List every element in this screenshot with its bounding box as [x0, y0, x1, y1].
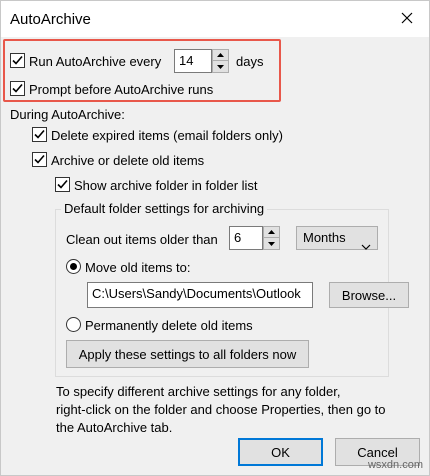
- chevron-down-icon: [361, 235, 371, 257]
- clean-out-up-button[interactable]: [264, 227, 279, 238]
- move-old-items-radio[interactable]: [66, 259, 81, 274]
- default-folder-settings-legend: Default folder settings for archiving: [61, 201, 268, 216]
- during-autoarchive-heading: During AutoArchive:: [10, 107, 125, 122]
- highlight-box: [3, 39, 281, 102]
- autoarchive-dialog: AutoArchive Run AutoArchive every 14 day…: [0, 0, 430, 476]
- help-text-line-3: the AutoArchive tab.: [56, 420, 173, 435]
- apply-to-all-folders-button[interactable]: Apply these settings to all folders now: [66, 340, 309, 368]
- show-archive-folder-checkbox[interactable]: [55, 177, 70, 192]
- close-icon: [401, 12, 413, 27]
- clean-out-value-input[interactable]: 6: [229, 226, 263, 250]
- permanently-delete-label: Permanently delete old items: [85, 318, 253, 333]
- delete-expired-label: Delete expired items (email folders only…: [51, 128, 283, 143]
- help-text-line-1: To specify different archive settings fo…: [56, 384, 341, 399]
- period-selected-value: Months: [303, 230, 346, 245]
- spin-up-icon: [268, 230, 275, 234]
- clean-out-spinner: [263, 226, 280, 250]
- show-archive-folder-label: Show archive folder in folder list: [74, 178, 258, 193]
- archive-old-items-checkbox[interactable]: [32, 152, 47, 167]
- clean-out-label: Clean out items older than: [66, 232, 218, 247]
- delete-expired-checkbox[interactable]: [32, 127, 47, 142]
- spin-down-icon: [268, 241, 275, 246]
- dialog-title: AutoArchive: [10, 11, 91, 28]
- period-dropdown[interactable]: Months: [296, 226, 378, 250]
- ok-button[interactable]: OK: [238, 438, 323, 466]
- help-text-line-2: right-click on the folder and choose Pro…: [56, 402, 386, 417]
- move-old-items-label: Move old items to:: [85, 260, 191, 275]
- clean-out-down-button[interactable]: [264, 238, 279, 249]
- title-bar: AutoArchive: [1, 1, 429, 37]
- close-button[interactable]: [393, 7, 421, 31]
- archive-old-items-label: Archive or delete old items: [51, 153, 205, 168]
- checkmark-icon: [34, 154, 45, 164]
- archive-path-input[interactable]: C:\Users\Sandy\Documents\Outlook F: [87, 282, 313, 308]
- browse-button[interactable]: Browse...: [329, 282, 409, 308]
- radio-selected-dot: [70, 263, 77, 270]
- watermark-text: wsxdn.com: [367, 459, 423, 471]
- permanently-delete-radio[interactable]: [66, 317, 81, 332]
- checkmark-icon: [34, 129, 45, 139]
- checkmark-icon: [57, 179, 68, 189]
